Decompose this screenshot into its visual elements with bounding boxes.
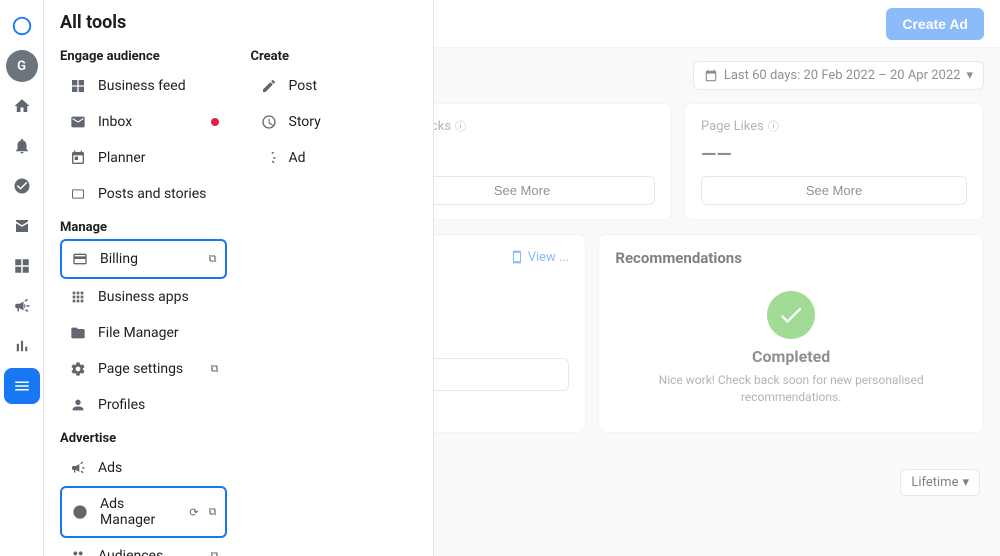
tool-ads-manager-label: Ads Manager bbox=[100, 496, 177, 528]
grid-icon[interactable] bbox=[4, 248, 40, 284]
tool-business-apps-label: Business apps bbox=[98, 289, 219, 305]
section-advertise-title: Advertise bbox=[60, 423, 227, 450]
tool-audiences[interactable]: Audiences ⧉ bbox=[60, 538, 227, 556]
billing-icon bbox=[70, 249, 90, 269]
ads-manager-loading: ⟳ bbox=[189, 506, 198, 519]
audiences-icon bbox=[68, 546, 88, 556]
tool-post[interactable]: Post bbox=[251, 68, 418, 104]
all-tools-title: All tools bbox=[60, 12, 126, 33]
feed-icon bbox=[68, 76, 88, 96]
tool-story-label: Story bbox=[289, 114, 410, 130]
tool-posts-stories[interactable]: Posts and stories bbox=[60, 176, 227, 212]
file-manager-icon bbox=[68, 323, 88, 343]
bell-icon[interactable] bbox=[4, 128, 40, 164]
sidebar-icons-panel: G bbox=[0, 0, 44, 556]
tool-file-manager-label: File Manager bbox=[98, 325, 219, 341]
tool-inbox-label: Inbox bbox=[98, 114, 219, 130]
all-tools-header: All tools bbox=[44, 0, 433, 41]
inbox-badge bbox=[211, 118, 219, 126]
ads-manager-external-icon: ⧉ bbox=[209, 505, 217, 519]
bar-chart-icon[interactable] bbox=[4, 328, 40, 364]
tool-business-feed-label: Business feed bbox=[98, 78, 219, 94]
section-manage-title: Manage bbox=[60, 212, 227, 239]
business-apps-icon bbox=[68, 287, 88, 307]
tool-billing[interactable]: Billing ⧉ bbox=[60, 239, 227, 279]
tool-inbox[interactable]: Inbox bbox=[60, 104, 227, 140]
page-settings-external-icon: ⧉ bbox=[211, 362, 219, 376]
posts-icon bbox=[68, 184, 88, 204]
tool-profiles[interactable]: Profiles bbox=[60, 387, 227, 423]
billing-external-icon: ⧉ bbox=[209, 252, 217, 266]
meta-logo-icon bbox=[4, 8, 40, 44]
tool-file-manager[interactable]: File Manager bbox=[60, 315, 227, 351]
post-icon bbox=[259, 76, 279, 96]
tool-audiences-label: Audiences bbox=[98, 548, 201, 556]
inbox-icon bbox=[68, 112, 88, 132]
page-settings-icon bbox=[68, 359, 88, 379]
megaphone-icon[interactable] bbox=[4, 288, 40, 324]
tool-planner[interactable]: Planner bbox=[60, 140, 227, 176]
user-avatar[interactable]: G bbox=[4, 48, 40, 84]
ad-icon bbox=[259, 148, 279, 168]
tool-business-feed[interactable]: Business feed bbox=[60, 68, 227, 104]
section-create-title: Create bbox=[251, 41, 418, 68]
tool-story[interactable]: Story bbox=[251, 104, 418, 140]
tool-ads[interactable]: Ads bbox=[60, 450, 227, 486]
tool-ads-manager[interactable]: Ads Manager ⟳ ⧉ bbox=[60, 486, 227, 538]
ads-manager-icon bbox=[70, 502, 90, 522]
audiences-external-icon: ⧉ bbox=[211, 549, 219, 556]
store-icon[interactable] bbox=[4, 208, 40, 244]
home-icon[interactable] bbox=[4, 88, 40, 124]
tool-page-settings-label: Page settings bbox=[98, 361, 201, 377]
tools-columns: Engage audience Business feed Inbox Plan… bbox=[44, 41, 433, 556]
tool-ad-label: Ad bbox=[289, 150, 410, 166]
tool-ad[interactable]: Ad bbox=[251, 140, 418, 176]
tool-post-label: Post bbox=[289, 78, 410, 94]
all-tools-panel: All tools Engage audience Business feed … bbox=[44, 0, 434, 556]
tool-profiles-label: Profiles bbox=[98, 397, 219, 413]
tool-business-apps[interactable]: Business apps bbox=[60, 279, 227, 315]
tool-billing-label: Billing bbox=[100, 251, 199, 267]
profiles-icon bbox=[68, 395, 88, 415]
menu-icon[interactable] bbox=[4, 368, 40, 404]
planner-icon bbox=[68, 148, 88, 168]
ads-icon bbox=[68, 458, 88, 478]
avatar-initials: G bbox=[6, 50, 38, 82]
story-icon bbox=[259, 112, 279, 132]
section-engage-title: Engage audience bbox=[60, 41, 227, 68]
wrench-icon[interactable] bbox=[4, 168, 40, 204]
tool-posts-stories-label: Posts and stories bbox=[98, 186, 219, 202]
left-column: Engage audience Business feed Inbox Plan… bbox=[60, 41, 227, 556]
tool-page-settings[interactable]: Page settings ⧉ bbox=[60, 351, 227, 387]
tool-ads-label: Ads bbox=[98, 460, 219, 476]
right-column: Create Post Story Ad bbox=[251, 41, 418, 556]
tool-planner-label: Planner bbox=[98, 150, 219, 166]
